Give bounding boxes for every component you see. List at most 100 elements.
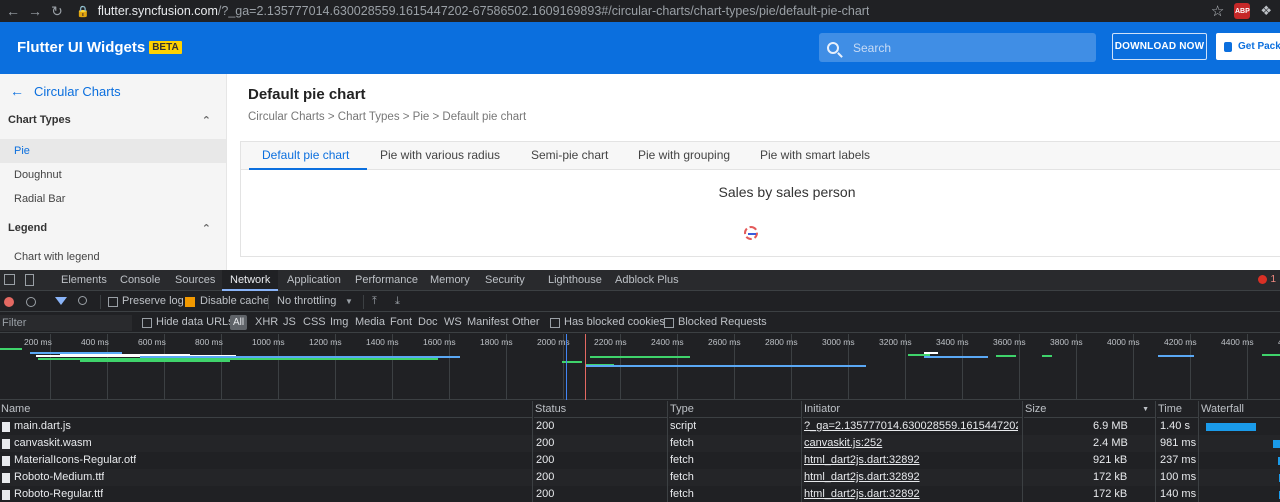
- filter-funnel-icon[interactable]: [55, 297, 67, 305]
- lock-icon: 🔒: [76, 5, 90, 18]
- column-divider[interactable]: [1155, 401, 1156, 502]
- preserve-log-checkbox[interactable]: [108, 297, 118, 307]
- sidebar-section-legend[interactable]: Legend ⌃: [8, 222, 213, 235]
- filter-type-css[interactable]: CSS: [303, 316, 326, 328]
- tab-pie-with-smart-labels[interactable]: Pie with smart labels: [760, 148, 870, 162]
- network-filter-bar: Filter Hide data URLs All XHR JS CSS Img…: [0, 313, 1280, 333]
- adblock-plus-icon[interactable]: ABP: [1234, 3, 1251, 19]
- error-count-badge[interactable]: 1: [1258, 274, 1276, 285]
- sidebar-item-doughnut[interactable]: Doughnut: [0, 163, 226, 187]
- devtools-tab-security[interactable]: Security: [485, 274, 525, 286]
- bookmark-star-icon[interactable]: ☆: [1211, 2, 1224, 20]
- package-icon: [1224, 41, 1232, 52]
- blocked-requests-checkbox[interactable]: [664, 318, 674, 328]
- devtools-tab-lighthouse[interactable]: Lighthouse: [548, 274, 602, 286]
- request-time: 100 ms: [1160, 471, 1197, 483]
- column-header-name[interactable]: Name: [0, 401, 532, 418]
- request-initiator[interactable]: html_dart2js.dart:32892: [804, 471, 1018, 483]
- search-input[interactable]: [853, 40, 1073, 55]
- column-divider[interactable]: [1198, 401, 1199, 502]
- search-icon[interactable]: [78, 296, 87, 305]
- column-divider[interactable]: [667, 401, 668, 502]
- column-header-status[interactable]: Status: [534, 401, 667, 418]
- app-header: Flutter UI Widgets BETA DOWNLOAD NOW Get…: [0, 22, 1280, 74]
- request-status: 200: [536, 471, 555, 483]
- back-to-circular-charts[interactable]: ← Circular Charts: [10, 83, 121, 99]
- tab-pie-with-various-radius[interactable]: Pie with various radius: [380, 148, 500, 162]
- inspect-element-icon[interactable]: [4, 274, 15, 285]
- devtools-tab-sources[interactable]: Sources: [175, 274, 215, 286]
- waterfall-bar: [1206, 423, 1256, 431]
- network-overview-timeline[interactable]: 200 ms 400 ms 600 ms 800 ms 1000 ms 1200 ms 14…: [0, 334, 1280, 400]
- has-blocked-cookies-checkbox[interactable]: [550, 318, 560, 328]
- forward-arrow-icon[interactable]: →: [24, 0, 46, 22]
- import-har-icon[interactable]: ⤒: [372, 295, 377, 308]
- disable-cache-checkbox[interactable]: [185, 297, 195, 307]
- request-name: MaterialIcons-Regular.otf: [14, 454, 137, 466]
- devtools-tab-application[interactable]: Application: [287, 274, 341, 286]
- filter-input[interactable]: Filter: [0, 315, 132, 331]
- filter-type-doc[interactable]: Doc: [418, 316, 438, 328]
- column-divider[interactable]: [801, 401, 802, 502]
- sidebar-item-radial-bar[interactable]: Radial Bar: [0, 187, 226, 211]
- record-icon[interactable]: [4, 297, 14, 307]
- tab-semi-pie-chart[interactable]: Semi-pie chart: [531, 148, 608, 162]
- devtools-tab-performance[interactable]: Performance: [355, 274, 418, 286]
- timeline-tick-label: 2000 ms: [537, 337, 570, 347]
- request-initiator[interactable]: ?_ga=2.135777014.630028559.1615447202-6.…: [804, 420, 1018, 432]
- clear-icon[interactable]: [26, 297, 36, 307]
- column-divider[interactable]: [532, 401, 533, 502]
- column-header-time[interactable]: Time: [1157, 401, 1198, 418]
- column-header-size[interactable]: Size ▼: [1024, 401, 1155, 418]
- reload-icon[interactable]: ↻: [46, 0, 68, 22]
- request-status: 200: [536, 488, 555, 500]
- column-header-initiator[interactable]: Initiator: [803, 401, 1022, 418]
- sidebar-item-chart-with-legend[interactable]: Chart with legend: [0, 245, 226, 269]
- sort-descending-icon: ▼: [1142, 406, 1149, 413]
- request-initiator[interactable]: canvaskit.js:252: [804, 437, 1018, 449]
- export-har-icon[interactable]: ⤓: [395, 295, 400, 308]
- table-row[interactable]: Roboto-Medium.ttf 200 fetch html_dart2js.da…: [0, 469, 1280, 486]
- sidebar-item-pie[interactable]: Pie: [0, 139, 226, 163]
- column-divider[interactable]: [1022, 401, 1023, 502]
- hide-data-urls-checkbox[interactable]: [142, 318, 152, 328]
- request-initiator[interactable]: html_dart2js.dart:32892: [804, 454, 1018, 466]
- timeline-request-bar: [924, 356, 988, 358]
- filter-type-all[interactable]: All: [230, 315, 248, 330]
- filter-type-img[interactable]: Img: [330, 316, 348, 328]
- timeline-request-bar: [996, 355, 1016, 357]
- table-row[interactable]: main.dart.js 200 script ?_ga=2.135777014.63…: [0, 418, 1280, 435]
- device-toolbar-icon[interactable]: [25, 274, 34, 286]
- tab-default-pie-chart[interactable]: Default pie chart: [262, 148, 349, 162]
- sidebar-section-chart-types[interactable]: Chart Types ⌃: [8, 114, 213, 127]
- table-row[interactable]: MaterialIcons-Regular.otf 200 fetch html_da…: [0, 452, 1280, 469]
- url-field[interactable]: 🔒 flutter.syncfusion.com/?_ga=2.13577701…: [76, 4, 869, 18]
- column-header-waterfall[interactable]: Waterfall: [1200, 401, 1280, 418]
- tab-pie-with-grouping[interactable]: Pie with grouping: [638, 148, 730, 162]
- search-box[interactable]: [819, 33, 1096, 62]
- filter-type-font[interactable]: Font: [390, 316, 412, 328]
- brand[interactable]: Flutter UI Widgets BETA: [17, 39, 182, 56]
- filter-type-other[interactable]: Other: [512, 316, 540, 328]
- get-packages-button[interactable]: Get Pack: [1216, 33, 1280, 60]
- timeline-tick-label: 4000 ms: [1107, 337, 1140, 347]
- devtools-tab-elements[interactable]: Elements: [61, 274, 107, 286]
- download-now-button[interactable]: DOWNLOAD NOW: [1112, 33, 1207, 60]
- extensions-puzzle-icon[interactable]: ❖: [1260, 3, 1272, 19]
- table-row[interactable]: Roboto-Regular.ttf 200 fetch html_dart2js.d…: [0, 486, 1280, 502]
- filter-type-manifest[interactable]: Manifest: [467, 316, 509, 328]
- table-row[interactable]: canvaskit.wasm 200 fetch canvaskit.js:252 2.…: [0, 435, 1280, 452]
- timeline-tick-label: 2200 ms: [594, 337, 627, 347]
- throttling-select[interactable]: No throttling: [277, 295, 336, 307]
- column-header-type[interactable]: Type: [669, 401, 801, 418]
- devtools-tab-adblock-plus[interactable]: Adblock Plus: [615, 274, 679, 286]
- devtools-tab-network[interactable]: Network: [222, 270, 279, 291]
- filter-type-media[interactable]: Media: [355, 316, 385, 328]
- request-initiator[interactable]: html_dart2js.dart:32892: [804, 488, 1018, 500]
- devtools-tab-memory[interactable]: Memory: [430, 274, 470, 286]
- filter-type-js[interactable]: JS: [283, 316, 296, 328]
- back-arrow-icon[interactable]: ←: [2, 0, 24, 22]
- filter-type-xhr[interactable]: XHR: [255, 316, 278, 328]
- devtools-tab-console[interactable]: Console: [120, 274, 160, 286]
- filter-type-ws[interactable]: WS: [444, 316, 462, 328]
